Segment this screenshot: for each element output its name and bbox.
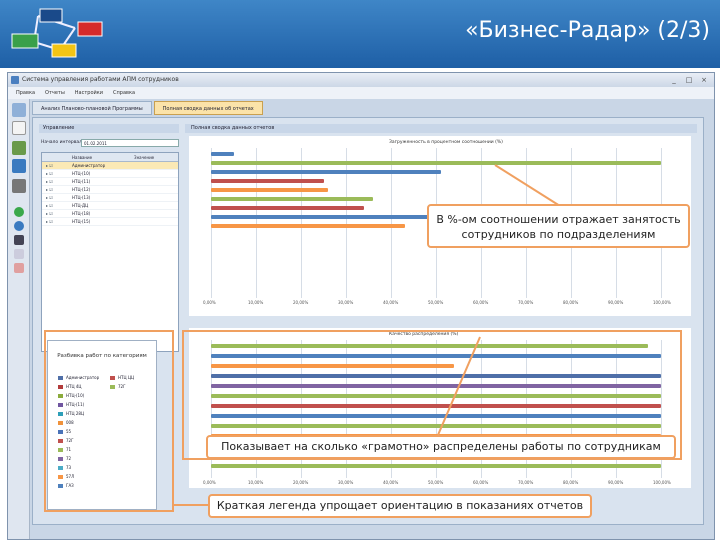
annotation-legend: Краткая легенда упрощает ориентацию в по… [208, 494, 592, 518]
annotation-pointers [174, 164, 561, 506]
annotation-workload: В %-ом соотношении отражает занятость со… [427, 204, 690, 248]
annotation-distribution: Показывает на сколько «грамотно» распред… [206, 435, 676, 459]
